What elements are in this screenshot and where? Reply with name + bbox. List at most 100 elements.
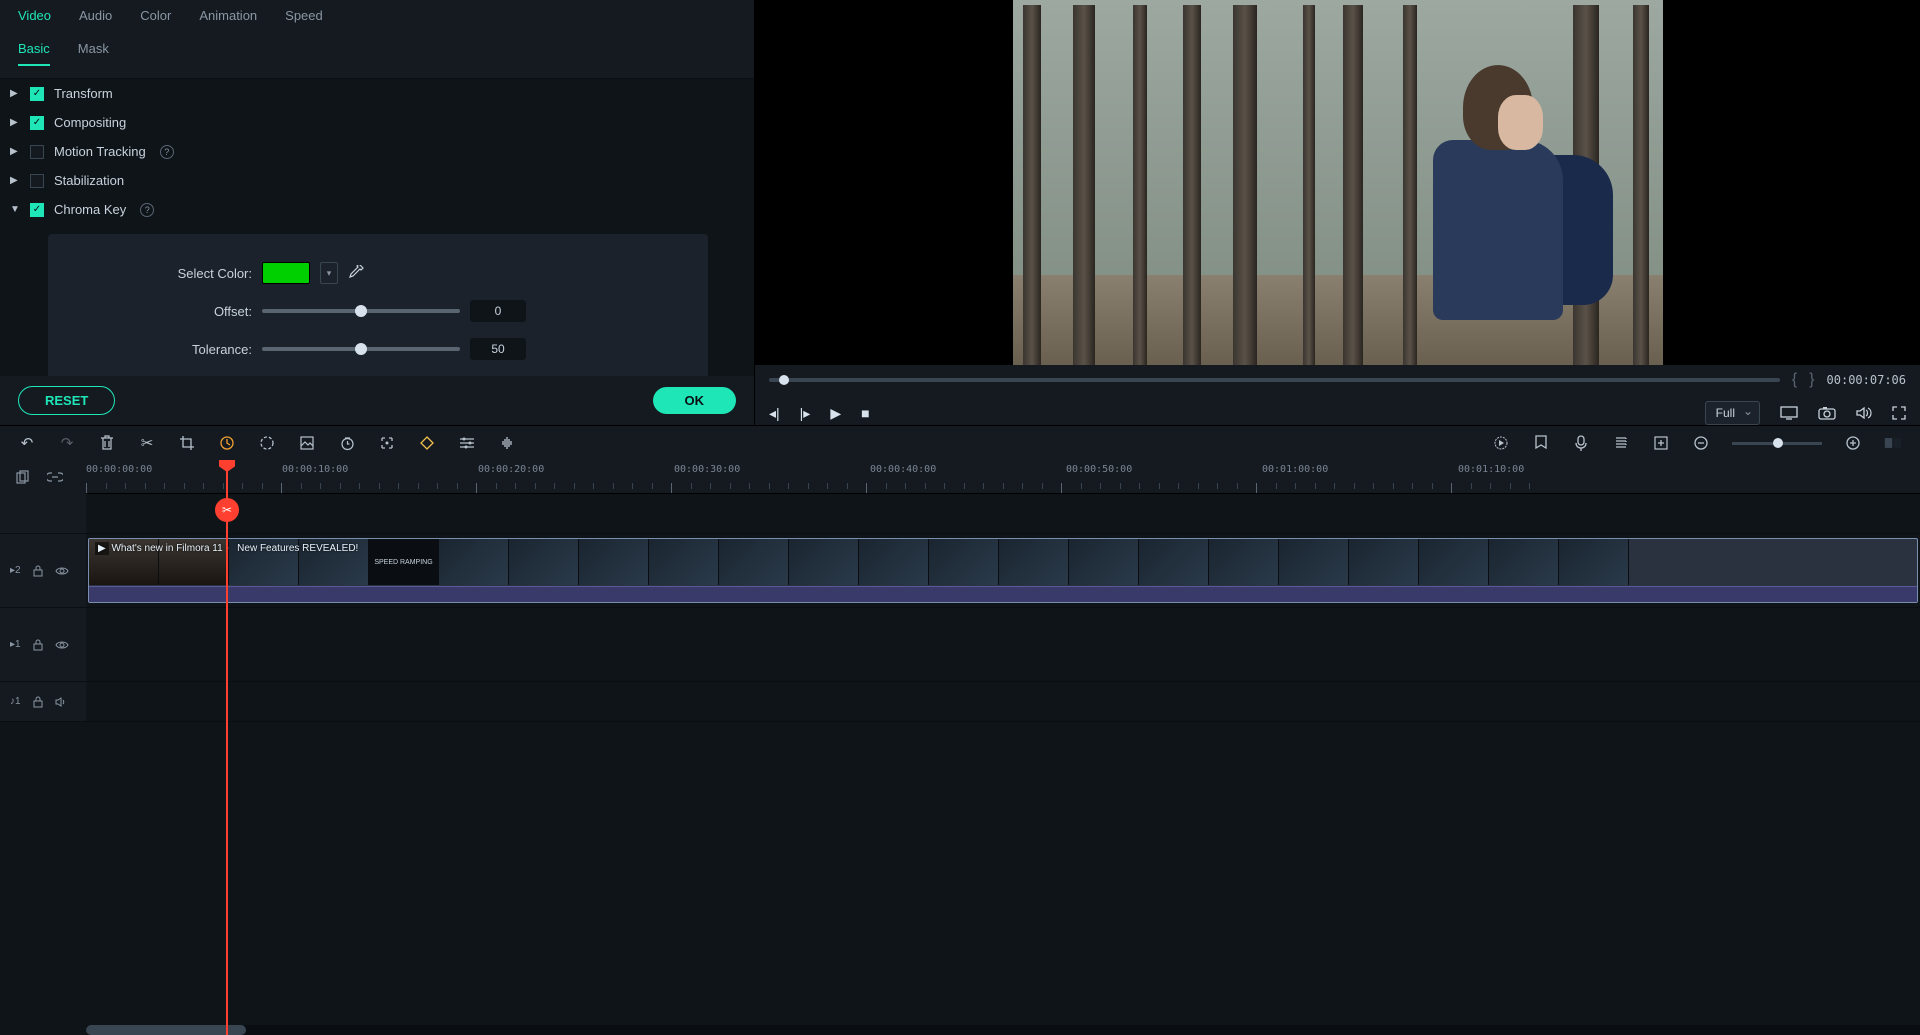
lock-icon[interactable] [33, 639, 43, 651]
snapshot-icon[interactable] [1818, 406, 1836, 420]
lock-icon[interactable] [33, 565, 43, 577]
category-tabs: Video Audio Color Animation Speed [0, 0, 754, 33]
preview-quality-select[interactable]: Full [1705, 401, 1760, 425]
checkbox-stabilization[interactable] [30, 174, 44, 188]
reframe-icon[interactable] [378, 434, 396, 452]
audio-adjust-icon[interactable] [498, 434, 516, 452]
preview-viewport[interactable] [755, 0, 1920, 365]
speed-icon[interactable] [218, 434, 236, 452]
color-match-icon[interactable] [258, 434, 276, 452]
link-icon[interactable] [46, 468, 64, 486]
checkbox-transform[interactable]: ✓ [30, 87, 44, 101]
select-color-label: Select Color: [72, 266, 252, 281]
green-screen-icon[interactable] [298, 434, 316, 452]
help-icon[interactable]: ? [140, 203, 154, 217]
zoom-fit-icon[interactable] [1884, 434, 1902, 452]
expand-icon[interactable]: ▶ [10, 146, 20, 157]
effect-list: ▶ ✓ Transform ▶ ✓ Compositing ▶ Motion T… [0, 79, 754, 376]
audio-track-icon: ♪1 [10, 696, 21, 707]
effect-transform[interactable]: ▶ ✓ Transform [0, 79, 744, 108]
checkbox-compositing[interactable]: ✓ [30, 116, 44, 130]
subtab-basic[interactable]: Basic [18, 41, 50, 66]
keyframe-icon[interactable] [418, 434, 436, 452]
track-spacer [0, 494, 1920, 534]
tab-video[interactable]: Video [18, 8, 51, 23]
crop-icon[interactable] [178, 434, 196, 452]
expand-icon[interactable]: ▶ [10, 117, 20, 128]
volume-icon[interactable] [1856, 406, 1872, 420]
delete-icon[interactable] [98, 434, 116, 452]
effect-stabilization[interactable]: ▶ Stabilization [0, 166, 744, 195]
track-header: ▸2 [0, 534, 86, 607]
undo-icon[interactable]: ↶ [18, 434, 36, 452]
effect-label: Chroma Key [54, 202, 126, 217]
split-handle-icon[interactable]: ✂ [215, 498, 239, 522]
add-track-icon[interactable] [1652, 434, 1670, 452]
scrubber-bar: { } 00:00:07:06 [755, 365, 1920, 395]
video-track-1[interactable]: ▸1 [0, 608, 1920, 682]
preview-scrubber[interactable] [769, 378, 1780, 382]
effect-motion-tracking[interactable]: ▶ Motion Tracking ? [0, 137, 744, 166]
help-icon[interactable]: ? [160, 145, 174, 159]
eyedropper-icon[interactable] [348, 265, 364, 281]
panel-footer: RESET OK [0, 376, 754, 425]
copy-icon[interactable] [14, 468, 32, 486]
time-ruler[interactable]: 00:00:00:0000:00:10:0000:00:20:0000:00:3… [86, 460, 1920, 494]
video-track-2[interactable]: ▸2 ▶ What's new in Filmora 11 - New Feat… [0, 534, 1920, 608]
subtab-mask[interactable]: Mask [78, 41, 109, 66]
effect-chroma-key[interactable]: ▼ ✓ Chroma Key ? [0, 195, 744, 224]
checkbox-chroma-key[interactable]: ✓ [30, 203, 44, 217]
video-clip[interactable]: ▶ What's new in Filmora 11 - New Feature… [88, 538, 1918, 603]
stop-icon[interactable]: ■ [861, 405, 869, 421]
zoom-out-icon[interactable] [1692, 434, 1710, 452]
offset-label: Offset: [72, 304, 252, 319]
preview-frame [1013, 0, 1663, 365]
fullscreen-icon[interactable] [1892, 406, 1906, 420]
ok-button[interactable]: OK [653, 387, 737, 414]
preview-panel: { } 00:00:07:06 ◂| |▸ ▶ ■ Full [755, 0, 1920, 425]
color-dropdown[interactable]: ▾ [320, 262, 338, 284]
mute-icon[interactable] [55, 697, 67, 707]
mixer-icon[interactable] [1612, 434, 1630, 452]
checkbox-motion-tracking[interactable] [30, 145, 44, 159]
tab-audio[interactable]: Audio [79, 8, 112, 23]
effect-label: Transform [54, 86, 113, 101]
redo-icon[interactable]: ↷ [58, 434, 76, 452]
step-back-icon[interactable]: ◂| [769, 405, 780, 422]
timeline-scrollbar[interactable] [86, 1025, 1920, 1035]
tolerance-slider[interactable] [262, 347, 460, 351]
render-icon[interactable] [1492, 434, 1510, 452]
reset-button[interactable]: RESET [18, 386, 115, 415]
zoom-slider[interactable] [1732, 442, 1822, 445]
tab-animation[interactable]: Animation [199, 8, 257, 23]
step-forward-icon[interactable]: |▸ [800, 405, 811, 422]
mark-in-icon[interactable]: { [1792, 371, 1797, 389]
timeline: 00:00:00:0000:00:10:0000:00:20:0000:00:3… [0, 460, 1920, 1035]
expand-icon[interactable]: ▶ [10, 88, 20, 99]
expand-icon[interactable]: ▶ [10, 175, 20, 186]
adjust-icon[interactable] [458, 434, 476, 452]
marker-icon[interactable] [1532, 434, 1550, 452]
display-icon[interactable] [1780, 406, 1798, 420]
offset-slider[interactable] [262, 309, 460, 313]
color-swatch[interactable] [262, 262, 310, 284]
effect-compositing[interactable]: ▶ ✓ Compositing [0, 108, 744, 137]
visibility-icon[interactable] [55, 566, 69, 576]
play-icon[interactable]: ▶ [830, 405, 841, 422]
duration-icon[interactable] [338, 434, 356, 452]
tab-speed[interactable]: Speed [285, 8, 323, 23]
split-icon[interactable]: ✂ [138, 434, 156, 452]
tab-color[interactable]: Color [140, 8, 171, 23]
collapse-icon[interactable]: ▼ [10, 204, 20, 215]
chroma-key-controls: Select Color: ▾ Offset: Tolerance: [48, 234, 708, 376]
scrollbar-thumb[interactable] [86, 1025, 246, 1035]
offset-value[interactable] [470, 300, 526, 322]
visibility-icon[interactable] [55, 640, 69, 650]
record-voice-icon[interactable] [1572, 434, 1590, 452]
lock-icon[interactable] [33, 696, 43, 708]
tolerance-value[interactable] [470, 338, 526, 360]
zoom-in-icon[interactable] [1844, 434, 1862, 452]
mark-out-icon[interactable]: } [1809, 371, 1814, 389]
playhead[interactable]: ✂ [226, 460, 228, 1035]
audio-track-1[interactable]: ♪1 [0, 682, 1920, 722]
